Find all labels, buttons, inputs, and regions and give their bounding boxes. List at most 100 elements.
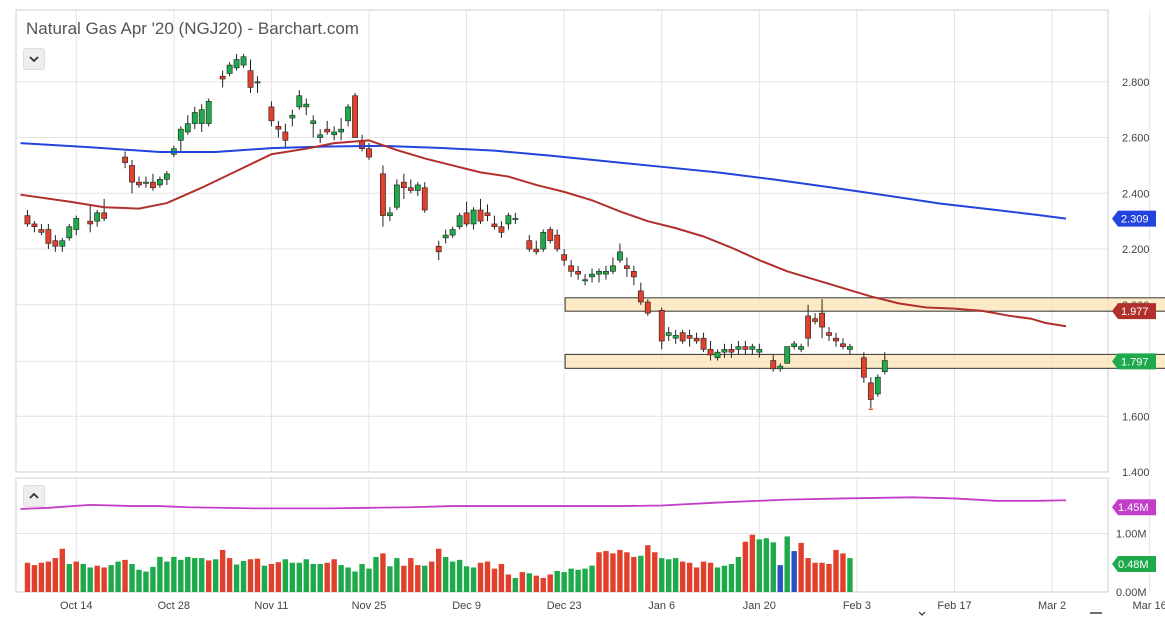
candle-body <box>630 271 637 278</box>
volume-bar <box>150 566 156 592</box>
volume-bar <box>463 566 470 592</box>
volume-bar <box>122 559 128 592</box>
candle-body <box>840 343 846 347</box>
volume-bar <box>415 565 421 592</box>
candle <box>617 243 623 263</box>
candle-body <box>129 165 135 183</box>
candle-body <box>303 103 310 108</box>
volume-bar <box>840 553 846 592</box>
candle-body <box>777 365 784 370</box>
volume-bar <box>199 558 205 592</box>
candle-body <box>860 357 867 378</box>
price-value-text: 1.797 <box>1121 356 1149 368</box>
candle <box>526 235 533 252</box>
candle-body <box>623 265 630 269</box>
candle <box>826 327 832 342</box>
candle-body <box>366 148 372 158</box>
volume-bar <box>575 569 581 592</box>
candle-body <box>505 215 512 225</box>
candle <box>658 307 665 350</box>
candle <box>575 265 581 280</box>
candle-body <box>157 179 163 186</box>
candle <box>561 249 568 266</box>
candle <box>136 176 142 188</box>
candle-body <box>707 349 714 356</box>
volume-bar <box>624 552 630 592</box>
chart-title: Natural Gas Apr '20 (NGJ20) - Barchart.c… <box>26 19 359 38</box>
volume-bar <box>770 542 776 592</box>
candle-body <box>122 156 128 163</box>
volume-bar <box>582 568 588 592</box>
volume-bar <box>205 560 212 592</box>
candle-body <box>540 232 547 250</box>
candle <box>45 223 52 250</box>
volume-bar <box>171 556 177 592</box>
candle <box>554 229 561 252</box>
volume-bar <box>73 561 79 592</box>
candle-body <box>247 70 254 88</box>
volume-pane-toggle-button[interactable] <box>23 485 45 507</box>
candle <box>484 204 491 222</box>
date-tick-label: Jan 6 <box>648 600 675 612</box>
volume-bar <box>324 562 330 592</box>
volume-bar <box>282 559 289 592</box>
candle-body <box>498 226 505 233</box>
candle <box>24 210 31 227</box>
candle-body <box>66 226 73 239</box>
volume-bar <box>512 577 519 592</box>
volume-bar <box>226 558 233 592</box>
volume-bar <box>317 563 323 592</box>
candle <box>470 207 477 230</box>
candle <box>874 374 881 397</box>
candle <box>791 341 798 350</box>
candle-body <box>798 346 805 350</box>
volume-bar <box>345 567 351 592</box>
volume-bar <box>115 561 121 592</box>
candle <box>198 104 205 132</box>
candle <box>686 329 693 347</box>
volume-bar <box>812 562 818 592</box>
candle-body <box>38 229 45 233</box>
collapse-button[interactable] <box>23 48 45 70</box>
date-tick-label: Mar 16 <box>1133 600 1165 612</box>
volume-bar <box>484 561 491 592</box>
volume-bar <box>240 561 247 592</box>
volume-bar <box>331 559 337 592</box>
volume-bar <box>526 573 533 592</box>
volume-bar <box>366 568 372 592</box>
candle <box>407 179 414 194</box>
chevron-up-icon <box>29 492 39 499</box>
candle-body <box>143 181 149 184</box>
volume-bar <box>568 568 574 592</box>
volume-bar <box>394 558 400 592</box>
volume-bar <box>561 572 567 592</box>
volume-bar <box>819 562 825 592</box>
candle <box>247 59 254 93</box>
candle-body <box>24 215 31 225</box>
candle-body <box>512 218 519 220</box>
candle-body <box>742 346 749 350</box>
price-tick-label: 2.200 <box>1122 244 1150 256</box>
candle-body <box>547 229 554 241</box>
volume-bar <box>477 562 484 592</box>
volume-bar <box>296 562 302 592</box>
volume-value-text: 0.48M <box>1118 559 1149 571</box>
volume-bar <box>847 558 853 592</box>
volume-bar <box>408 558 414 592</box>
candle <box>94 210 101 227</box>
candle <box>742 341 749 355</box>
price-pane-border <box>15 9 1109 473</box>
candle-body <box>310 120 317 124</box>
volume-bar <box>547 574 553 592</box>
date-tick-label: Oct 28 <box>158 600 190 612</box>
candle <box>317 129 324 144</box>
price-chart[interactable]: 2.8002.6002.4002.2002.0001.7971.6001.400… <box>0 0 1165 617</box>
candle-body <box>470 209 477 225</box>
volume-bar <box>289 562 296 592</box>
volume-bar <box>707 562 714 592</box>
candle <box>87 204 94 233</box>
volume-tick-label: 1.00M <box>1116 529 1147 541</box>
candle-body <box>407 187 414 191</box>
candle-body <box>735 346 742 350</box>
volume-bar <box>254 558 261 592</box>
